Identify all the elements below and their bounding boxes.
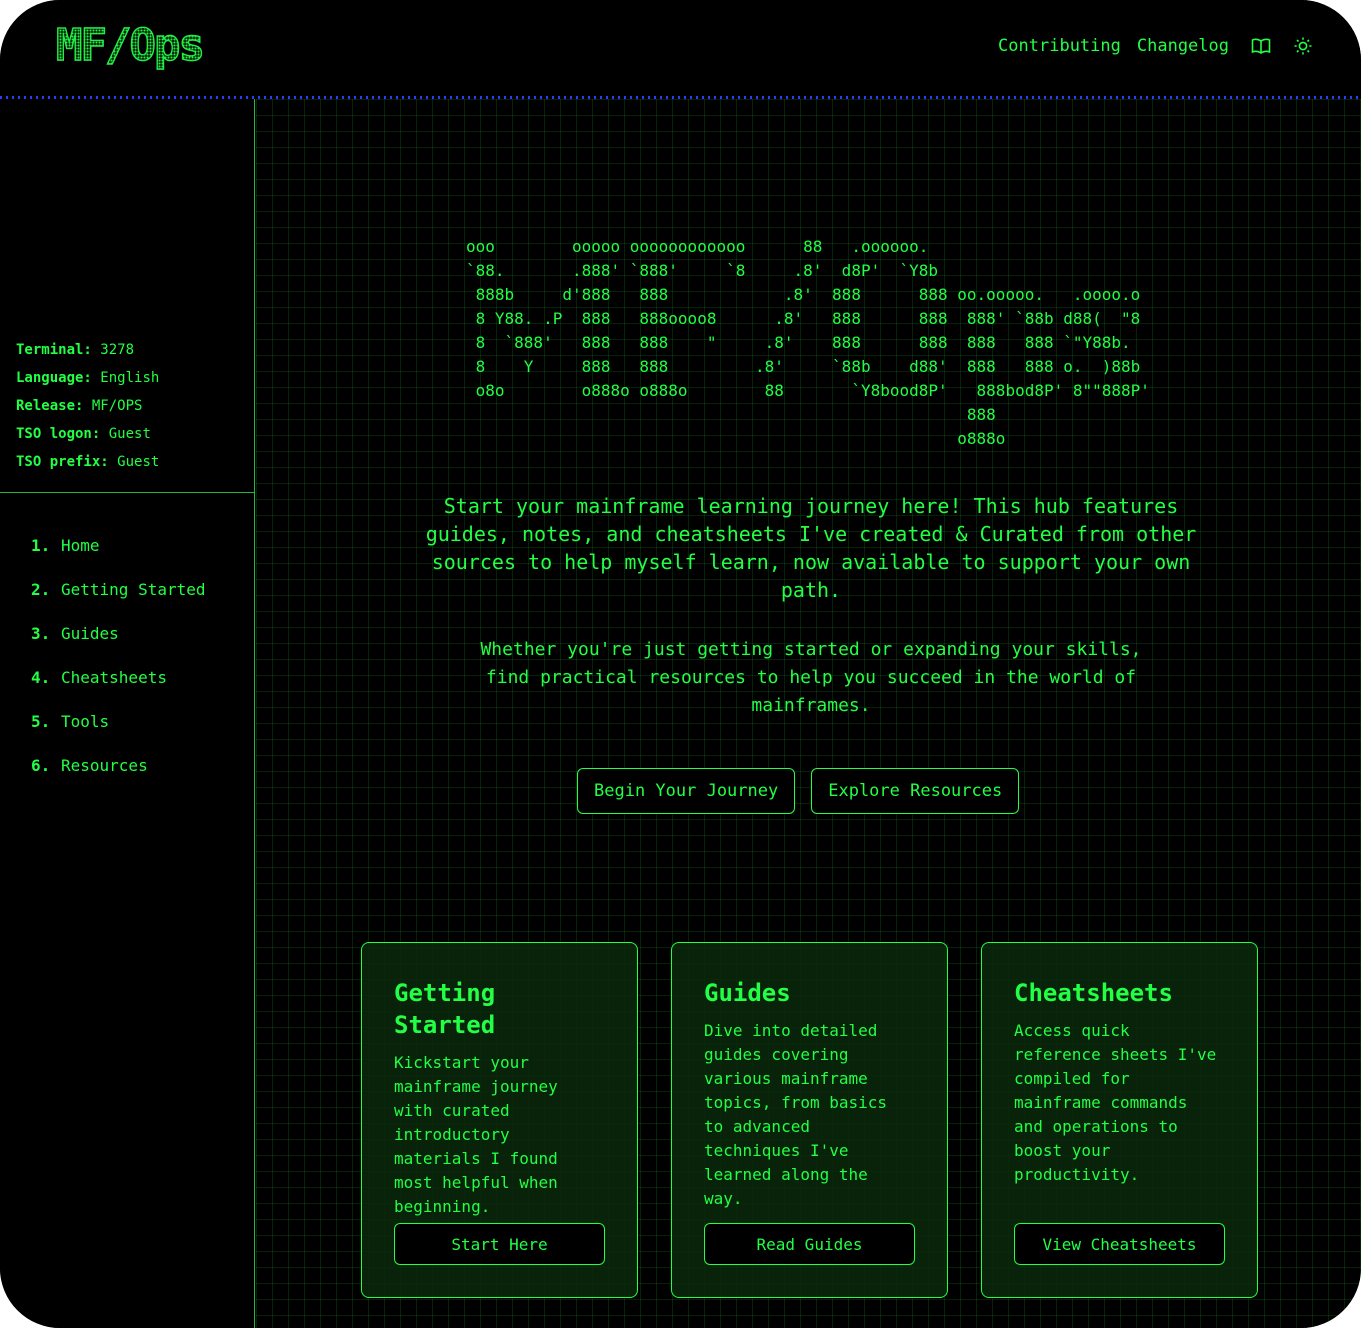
app-window: MF/Ops Contributing Changelog Terminal: …	[0, 0, 1361, 1328]
card-body: Kickstart your mainframe journey with cu…	[394, 1053, 558, 1216]
sidebar-item-tools[interactable]: 5. Tools	[31, 712, 206, 756]
intro-subtext: Whether you're just getting started or e…	[480, 639, 1142, 716]
read-guides-button[interactable]: Read Guides	[704, 1223, 915, 1265]
card-body: Dive into detailed guides covering vario…	[704, 1021, 888, 1208]
sysinfo-language: Language: English	[16, 370, 160, 386]
sysinfo-terminal: Terminal: 3278	[16, 342, 135, 358]
explore-resources-button[interactable]: Explore Resources	[811, 768, 1020, 814]
sysinfo-tso-prefix: TSO prefix: Guest	[16, 454, 160, 470]
sidebar: Terminal: 3278 Language: English Release…	[0, 99, 255, 1328]
sidebar-divider	[0, 492, 255, 493]
card-body: Access quick reference sheets I've compi…	[1014, 1021, 1217, 1184]
top-nav: Contributing Changelog	[998, 36, 1313, 56]
cta-row: Begin Your Journey Explore Resources	[577, 768, 1020, 814]
sidebar-item-home[interactable]: 1. Home	[31, 536, 206, 580]
sidebar-item-getting-started[interactable]: 2. Getting Started	[31, 580, 206, 624]
card-title: Getting Started	[394, 979, 496, 1039]
sidebar-nav: 1. Home 2. Getting Started 3. Guides 4. Chea…	[31, 536, 206, 800]
sun-icon[interactable]	[1293, 36, 1313, 56]
site-logo[interactable]: MF/Ops	[55, 19, 205, 71]
sysinfo-release: Release: MF/OPS	[16, 398, 143, 414]
changelog-link[interactable]: Changelog	[1137, 36, 1229, 56]
view-cheatsheets-button[interactable]: View Cheatsheets	[1014, 1223, 1225, 1265]
card-getting-started: Getting Started Kickstart your mainframe…	[361, 942, 638, 1298]
card-title: Cheatsheets	[1014, 979, 1173, 1007]
sidebar-item-guides[interactable]: 3. Guides	[31, 624, 206, 668]
feature-cards: Getting Started Kickstart your mainframe…	[361, 942, 1258, 1298]
sysinfo-tso-logon: TSO logon: Guest	[16, 426, 151, 442]
sidebar-item-cheatsheets[interactable]: 4. Cheatsheets	[31, 668, 206, 712]
ascii-banner: ooo ooooo oooooooooooo 88 .oooooo. `88. …	[466, 237, 1150, 448]
system-info: Terminal: 3278 Language: English Release…	[16, 336, 159, 476]
contributing-link[interactable]: Contributing	[998, 36, 1121, 56]
intro-text: Start your mainframe learning journey he…	[425, 494, 1197, 602]
card-guides: Guides Dive into detailed guides coverin…	[671, 942, 948, 1298]
card-cheatsheets: Cheatsheets Access quick reference sheet…	[981, 942, 1258, 1298]
book-icon[interactable]	[1251, 36, 1271, 56]
site-header: MF/Ops Contributing Changelog	[0, 0, 1361, 99]
sidebar-item-resources[interactable]: 6. Resources	[31, 756, 206, 800]
begin-journey-button[interactable]: Begin Your Journey	[577, 768, 796, 814]
main-content: ooo ooooo oooooooooooo 88 .oooooo. `88. …	[256, 99, 1361, 1328]
card-title: Guides	[704, 979, 791, 1007]
start-here-button[interactable]: Start Here	[394, 1223, 605, 1265]
